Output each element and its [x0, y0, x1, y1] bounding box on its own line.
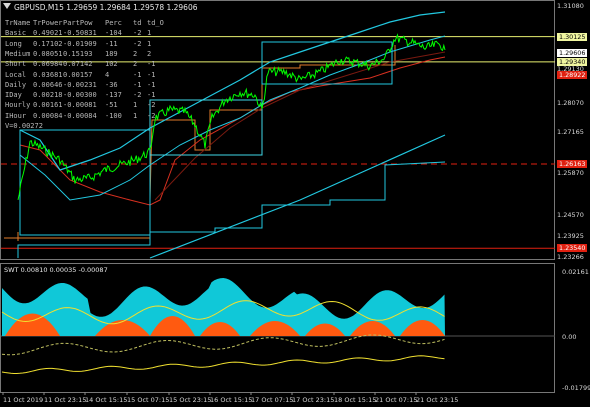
- table-header-cell-3: Perc: [105, 19, 122, 27]
- price-label-1-24570: 1.24570: [557, 211, 584, 220]
- table-row-7-cell-5: -2: [147, 101, 156, 110]
- time-axis-label-8: 18 Oct 15:15: [334, 396, 377, 404]
- table-row-8-cell-2: -0.00084: [63, 111, 97, 120]
- table-row-8-cell-5: -2: [147, 111, 156, 120]
- table-row-2-cell-0: Medium: [5, 49, 31, 58]
- table-row-4-cell-5: -1: [147, 70, 156, 79]
- price-label-1-28070: 1.28070: [557, 98, 584, 107]
- table-row-7-cell-1: 0.00161: [33, 101, 63, 110]
- price-label-1-23266: 1.23266: [557, 253, 584, 261]
- table-row-0-cell-2: -0.50831: [63, 29, 97, 38]
- table-row-3-cell-4: 2: [133, 60, 138, 69]
- table-row-5-cell-4: -1: [133, 80, 142, 89]
- table-row-2-cell-3: 189: [105, 49, 118, 58]
- table-row-7-cell-2: -0.00081: [63, 101, 97, 110]
- table-row-4-cell-2: 0.00157: [63, 70, 93, 79]
- table-row-3-cell-1: 0.06984: [33, 60, 63, 69]
- table-row-6-cell-3: -137: [105, 91, 122, 100]
- table-row-0-cell-3: -104: [105, 29, 122, 38]
- time-axis-label-9: 21 Oct 07:15: [375, 396, 418, 404]
- orange-step-lower: [4, 237, 19, 241]
- time-axis-label-7: 17 Oct 23:15: [292, 396, 335, 404]
- table-row-0-cell-5: 1: [147, 29, 152, 38]
- table-row-5-cell-1: 0.00646: [33, 80, 63, 89]
- price-label-1-30125: 1.30125: [557, 32, 588, 41]
- table-row-2-cell-4: 2: [133, 49, 138, 58]
- table-row-4-cell-1: 0.03681: [33, 70, 63, 79]
- table-row-1-cell-0: Long: [5, 39, 22, 48]
- table-header-cell-1: TrPower: [33, 19, 63, 27]
- table-row-4-cell-3: 4: [105, 70, 110, 79]
- time-axis-label-3: 15 Oct 07:15: [127, 396, 170, 404]
- price-label-1-29606: 1.29606: [557, 49, 588, 58]
- table-row-8-cell-1: 0.00084: [33, 111, 63, 120]
- table-row-8-cell-0: IHour: [5, 111, 27, 120]
- table-row-4-cell-0: Local: [5, 70, 27, 79]
- table-row-4-cell-4: -1: [133, 70, 142, 79]
- table-row-5-cell-2: -0.00231: [63, 80, 97, 89]
- cyan-diagonal-line: [149, 134, 446, 259]
- time-axis-label-0: 11 Oct 2019: [3, 396, 44, 404]
- table-row-3-cell-5: -1: [147, 60, 156, 69]
- table-row-3-cell-3: 102: [105, 60, 118, 69]
- price-label-1-31080: 1.31080: [557, 2, 584, 10]
- indicator-label: SWT 0.00810 0.00035 -0.00087: [4, 266, 108, 274]
- table-row-1-cell-3: -11: [105, 39, 118, 48]
- table-header-cell-4: td: [133, 19, 142, 27]
- table-row-5-cell-5: -1: [147, 80, 156, 89]
- table-row-7-cell-0: Hourly: [5, 101, 31, 110]
- time-axis-label-2: 14 Oct 15:15: [85, 396, 128, 404]
- price-label-1-25870: 1.25870: [557, 169, 584, 178]
- table-row-6-cell-0: IDay: [5, 91, 22, 100]
- time-axis-label-5: 16 Oct 15:15: [210, 396, 253, 404]
- table-row-1-cell-4: -2: [133, 39, 142, 48]
- table-row-8-cell-3: -100: [105, 111, 122, 120]
- table-row-8-cell-4: 1: [133, 111, 138, 120]
- table-row-1-cell-2: -0.01909: [63, 39, 97, 48]
- channel-box-2: [149, 99, 263, 156]
- table-row-2-cell-2: 0.15193: [63, 49, 93, 58]
- price-label-1-26163: 1.26163: [557, 159, 588, 168]
- price-label-1-28922: 1.28922: [557, 71, 588, 80]
- table-row-7-cell-4: 1: [133, 101, 138, 110]
- table-row-3-cell-0: Short: [5, 60, 27, 69]
- table-row-0-cell-1: 0.49021: [33, 29, 63, 38]
- table-row-0-cell-0: Basic: [5, 29, 27, 38]
- table-row-6-cell-5: -1: [147, 91, 156, 100]
- time-axis-label-1: 11 Oct 23:15: [44, 396, 87, 404]
- price-label-1-23925: 1.23925: [557, 231, 584, 240]
- indicator-lower-band: [1, 334, 445, 356]
- time-axis-label-4: 15 Oct 23:15: [169, 396, 212, 404]
- table-header-cell-0: TrName: [5, 19, 31, 27]
- table-row-5-cell-3: -36: [105, 80, 118, 89]
- table-row-2-cell-5: 2: [147, 49, 152, 58]
- table-footer: V=0.00272: [5, 122, 43, 130]
- table-row-6-cell-2: -0.00300: [63, 91, 97, 100]
- table-header-cell-2: PartPow: [63, 19, 93, 27]
- table-row-7-cell-3: -51: [105, 101, 118, 110]
- table-row-6-cell-1: 0.00218: [33, 91, 63, 100]
- indicator-yellow-lower: [1, 355, 445, 374]
- table-row-3-cell-2: 0.07142: [63, 60, 93, 69]
- time-axis-label-6: 17 Oct 07:15: [251, 396, 294, 404]
- table-row-1-cell-1: 0.17102: [33, 39, 63, 48]
- time-axis-label-10: 21 Oct 23:15: [416, 396, 459, 404]
- dark-red-line: [154, 51, 446, 201]
- table-row-1-cell-5: 1: [147, 39, 152, 48]
- table-header-cell-5: td_O: [147, 19, 164, 27]
- symbol-title: GBPUSD,M15 1.29659 1.29684 1.29578 1.296…: [14, 3, 198, 12]
- price-label-1-23540: 1.23540: [557, 244, 588, 253]
- collapse-triangle-icon[interactable]: [3, 3, 11, 9]
- table-row-0-cell-4: -2: [133, 29, 142, 38]
- price-label-1-27165: 1.27165: [557, 127, 584, 136]
- table-row-6-cell-4: -2: [133, 91, 142, 100]
- table-row-5-cell-0: Daily: [5, 80, 27, 89]
- chart-window: GBPUSD,M15 1.29659 1.29684 1.29578 1.296…: [0, 0, 590, 407]
- indicator-axis-label-2: -0.01799: [562, 384, 590, 392]
- cyan-step-support: [17, 161, 446, 258]
- indicator-axis-label-1: 0.00: [562, 333, 577, 341]
- table-row-2-cell-1: 0.08051: [33, 49, 63, 58]
- indicator-axis-label-0: 0.02161: [562, 268, 589, 276]
